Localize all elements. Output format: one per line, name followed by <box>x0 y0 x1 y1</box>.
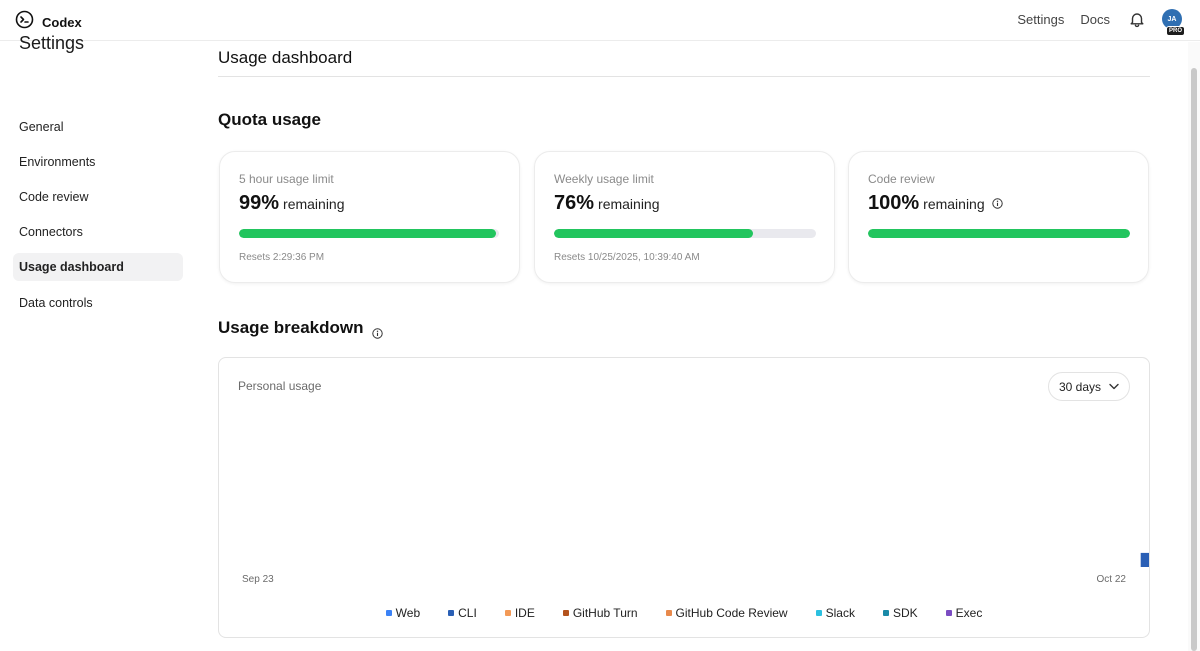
pro-badge: PRO <box>1166 26 1186 36</box>
quota-card-code-review: Code review 100% remaining <box>848 151 1149 283</box>
page-title: Usage dashboard <box>218 48 353 67</box>
legend-item[interactable]: SDK <box>882 606 918 620</box>
progress-bar <box>239 229 499 238</box>
sidebar-title: Settings <box>19 33 85 53</box>
legend-label: Slack <box>825 606 855 620</box>
x-tick-label-start: Sep 23 <box>242 574 274 585</box>
progress-bar <box>868 229 1130 238</box>
legend-swatch <box>385 610 392 616</box>
card-value: 100% remaining <box>868 192 1003 215</box>
card-label: Code review <box>868 172 935 186</box>
card-percent: 100% <box>868 192 920 214</box>
card-reset-time: Resets 2:29:36 PM <box>239 252 325 263</box>
legend-swatch <box>945 610 952 616</box>
legend-swatch <box>504 610 511 616</box>
usage-breakdown-panel: Personal usage 30 days Sep 23 Oct 22 Web C… <box>218 357 1150 638</box>
card-label: Weekly usage limit <box>554 172 654 186</box>
top-bar: Codex Settings Docs JA PRO <box>0 0 1200 41</box>
legend-swatch <box>882 610 889 616</box>
sidebar-item-code-review[interactable]: Code review <box>13 183 183 211</box>
sidebar-item-environments[interactable]: Environments <box>13 148 183 176</box>
x-tick-label-end: Oct 22 <box>1097 574 1127 585</box>
chart-bar[interactable] <box>1140 552 1149 567</box>
progress-fill <box>868 229 1130 238</box>
quota-section-title: Quota usage <box>218 110 321 129</box>
legend-item[interactable]: Web <box>385 606 421 620</box>
top-nav: Settings Docs JA PRO <box>1017 9 1186 36</box>
progress-bar <box>554 229 816 238</box>
codex-logo-icon <box>15 10 34 34</box>
card-remaining: remaining <box>283 196 345 212</box>
card-remaining: remaining <box>923 196 985 212</box>
breakdown-section-title: Usage breakdown <box>218 318 383 339</box>
card-percent: 76% <box>554 192 595 214</box>
breakdown-title-text: Usage breakdown <box>218 318 364 337</box>
quota-card-weekly: Weekly usage limit 76% remaining Resets … <box>534 151 835 283</box>
legend-item[interactable]: GitHub Turn <box>562 606 638 620</box>
scrollbar-thumb[interactable] <box>1191 68 1197 651</box>
avatar[interactable]: JA PRO <box>1162 9 1186 36</box>
legend-label: GitHub Code Review <box>675 606 788 620</box>
avatar-initials: JA <box>1167 15 1177 23</box>
usage-bar-chart: Sep 23 Oct 22 <box>242 552 1149 585</box>
legend-label: Exec <box>955 606 983 620</box>
legend-swatch <box>562 610 569 616</box>
brand[interactable]: Codex <box>15 10 82 34</box>
legend-item[interactable]: CLI <box>448 606 477 620</box>
card-label: 5 hour usage limit <box>239 172 334 186</box>
legend-item[interactable]: Slack <box>815 606 855 620</box>
settings-link[interactable]: Settings <box>1017 12 1064 27</box>
sidebar-item-general[interactable]: General <box>13 113 183 141</box>
card-percent: 99% <box>239 192 280 214</box>
legend-swatch <box>815 610 822 616</box>
legend-item[interactable]: IDE <box>504 606 535 620</box>
legend-label: Web <box>395 606 421 620</box>
legend-swatch <box>448 610 455 616</box>
card-remaining: remaining <box>598 196 660 212</box>
chart-legend: Web CLI IDE GitHub Turn GitHub Code Review Sl… <box>219 606 1149 620</box>
info-icon[interactable] <box>371 324 383 339</box>
bell-icon[interactable] <box>1128 10 1146 28</box>
info-icon[interactable] <box>991 196 1003 209</box>
legend-item[interactable]: GitHub Code Review <box>665 606 788 620</box>
legend-label: IDE <box>514 606 535 620</box>
legend-label: GitHub Turn <box>572 606 638 620</box>
progress-fill <box>239 229 497 238</box>
sidebar-item-usage-dashboard[interactable]: Usage dashboard <box>13 253 183 281</box>
legend-item[interactable]: Exec <box>945 606 983 620</box>
legend-label: CLI <box>458 606 477 620</box>
divider <box>218 76 1150 77</box>
legend-label: SDK <box>892 606 918 620</box>
sidebar-item-connectors[interactable]: Connectors <box>13 218 183 246</box>
sidebar-item-data-controls[interactable]: Data controls <box>13 289 183 317</box>
legend-swatch <box>665 610 672 616</box>
card-value: 76% remaining <box>554 192 660 215</box>
progress-fill <box>554 229 754 238</box>
app-name: Codex <box>42 14 82 30</box>
quota-card-5-hour: 5 hour usage limit 99% remaining Resets … <box>219 151 520 283</box>
docs-link[interactable]: Docs <box>1080 12 1110 27</box>
card-reset-time: Resets 10/25/2025, 10:39:40 AM <box>554 252 700 263</box>
card-value: 99% remaining <box>239 192 345 215</box>
